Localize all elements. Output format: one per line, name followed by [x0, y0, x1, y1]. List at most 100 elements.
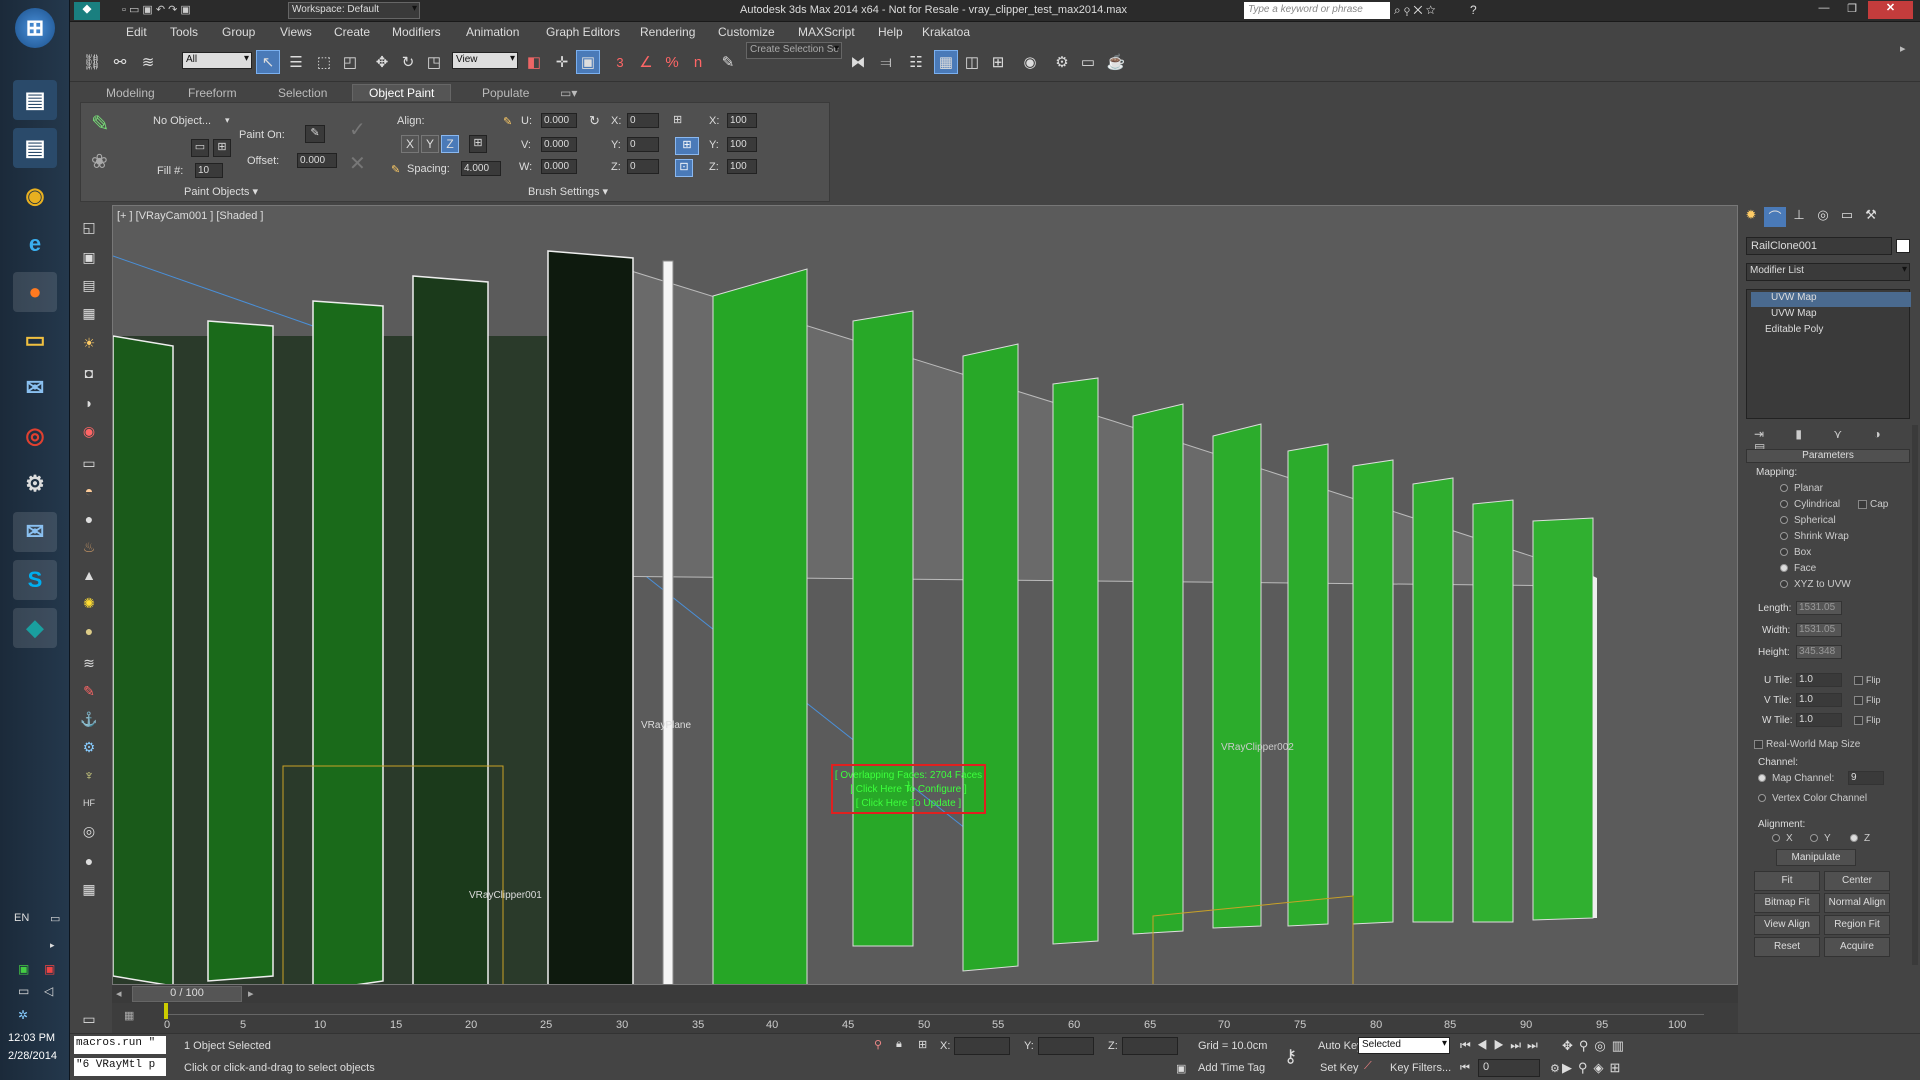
light-icon[interactable]: ☀	[78, 332, 100, 354]
snap-toggle-icon[interactable]: 3	[608, 50, 632, 74]
paint-object-select[interactable]: No Object...	[153, 115, 211, 127]
time-config-icon[interactable]: ⚙	[1550, 1062, 1560, 1075]
menu-animation[interactable]: Animation	[466, 25, 519, 39]
edit-named-selection-icon[interactable]: ✎	[716, 50, 740, 74]
center-button[interactable]: Center	[1824, 871, 1890, 891]
sphere-icon[interactable]: ●	[78, 508, 100, 530]
taskbar-app-icon[interactable]: ▤	[13, 80, 57, 120]
set-key-icon[interactable]: ⟋	[1364, 1060, 1372, 1073]
paint-objects-panel-title[interactable]: Paint Objects ▾	[81, 185, 361, 201]
maxscript-listener-line2[interactable]: "6 VRayMtl p	[74, 1058, 166, 1076]
chrome-icon[interactable]: ◎	[13, 416, 57, 456]
workspace-select[interactable]: Workspace: Default	[288, 2, 420, 19]
utilities-tab-icon[interactable]: ⚒	[1860, 207, 1882, 227]
key-mode-toggle-icon[interactable]: ⏮	[1460, 1062, 1470, 1075]
absolute-mode-icon[interactable]: ⊞	[918, 1038, 927, 1051]
uniform-scale-icon[interactable]: ⊞	[675, 137, 699, 155]
taskbar-app-icon[interactable]: ▤	[13, 128, 57, 168]
paint-brush-icon[interactable]: ✎	[91, 111, 119, 139]
sun-icon[interactable]: ✺	[78, 592, 100, 614]
menu-group[interactable]: Group	[222, 25, 255, 39]
rotate-x-input[interactable]: 0	[627, 113, 659, 128]
internet-explorer-icon[interactable]: e	[13, 224, 57, 264]
time-tag-icon[interactable]: ▣	[1176, 1062, 1186, 1075]
menu-krakatoa[interactable]: Krakatoa	[922, 25, 970, 39]
length-input[interactable]: 1531.05	[1796, 601, 1842, 615]
rotate-icon[interactable]: ↻	[396, 50, 420, 74]
align-z-button[interactable]: Z	[441, 135, 459, 153]
grid-icon[interactable]: ▦	[78, 878, 100, 900]
keyboard-icon[interactable]: ▭	[50, 912, 60, 925]
unlink-icon[interactable]: ⚯	[108, 50, 132, 74]
pivot-center-icon[interactable]: ◧	[522, 50, 546, 74]
current-frame-input[interactable]: 0	[1478, 1059, 1540, 1077]
window-crossing-icon[interactable]: ◰	[338, 50, 362, 74]
render-setup-icon[interactable]: ⚙	[1050, 50, 1074, 74]
key-icon[interactable]: ⚷	[1284, 1046, 1297, 1067]
viewport-tool-icon[interactable]: ▭	[78, 1008, 100, 1030]
viewport-nav-icons[interactable]: ▶⚲◈⊞	[1562, 1060, 1626, 1076]
align-options-icon[interactable]: ⊞	[469, 135, 487, 153]
cancel-icon[interactable]: ✕	[349, 151, 366, 176]
menu-help[interactable]: Help	[878, 25, 903, 39]
scale-y-input[interactable]: 100	[727, 137, 757, 152]
move-icon[interactable]: ✥	[370, 50, 394, 74]
menu-edit[interactable]: Edit	[126, 25, 147, 39]
record-icon[interactable]: ◉	[78, 420, 100, 442]
app-menu-button[interactable]: ◆	[74, 2, 100, 20]
x-coordinate-input[interactable]	[954, 1037, 1010, 1055]
object-color-swatch[interactable]	[1896, 239, 1910, 253]
align-x-button[interactable]: X	[401, 135, 419, 153]
plane-icon[interactable]: ▭	[78, 452, 100, 474]
reset-button[interactable]: Reset	[1754, 937, 1820, 957]
fur-icon[interactable]: ≋	[78, 652, 100, 674]
vlc-icon[interactable]: ◉	[13, 176, 57, 216]
map-channel-input[interactable]: 9	[1848, 771, 1884, 785]
view-align-button[interactable]: View Align	[1754, 915, 1820, 935]
spacing-icon[interactable]: ✎	[391, 163, 400, 176]
utile-input[interactable]: 1.0	[1796, 673, 1842, 687]
height-input[interactable]: 345.348	[1796, 645, 1842, 659]
tray-icon[interactable]: ▣	[18, 962, 29, 976]
align-y-button[interactable]: Y	[421, 135, 439, 153]
render-production-icon[interactable]: ☕	[1104, 50, 1128, 74]
key-mode-select[interactable]: Selected	[1358, 1037, 1450, 1054]
toolbar-overflow-icon[interactable]: ▸	[1900, 42, 1912, 82]
sphere-icon[interactable]: ●	[78, 850, 100, 872]
menu-graph-editors[interactable]: Graph Editors	[546, 25, 620, 39]
viewport[interactable]: [+ ] [VRayCam001 ] [Shaded ] VRayPlane V…	[112, 205, 1738, 985]
rendered-frame-window-icon[interactable]: ▭	[1076, 50, 1100, 74]
camera-icon[interactable]: ◘	[78, 362, 100, 384]
layer-manager-icon[interactable]: ☷	[904, 50, 928, 74]
w-input[interactable]: 0.000	[541, 159, 577, 174]
keyboard-shortcut-override-icon[interactable]: ▣	[576, 50, 600, 74]
spacing-input[interactable]: 4.000	[461, 161, 501, 176]
motion-tab-icon[interactable]: ◎	[1812, 207, 1834, 227]
percent-snap-icon[interactable]: %	[660, 50, 684, 74]
rect-selection-icon[interactable]: ⬚	[312, 50, 336, 74]
tab-selection[interactable]: Selection	[278, 86, 327, 100]
time-slider-next[interactable]: ▸	[248, 987, 254, 1000]
cmdpanel-scrollbar[interactable]	[1912, 425, 1918, 965]
fill-input[interactable]: 10	[195, 163, 223, 178]
viewport-tool-icon[interactable]: ▦	[78, 302, 100, 324]
chevron-right-icon[interactable]: ▸	[50, 940, 55, 951]
tab-freeform[interactable]: Freeform	[188, 86, 237, 100]
scale-x-input[interactable]: 100	[727, 113, 757, 128]
fit-button[interactable]: Fit	[1754, 871, 1820, 891]
z-coordinate-input[interactable]	[1122, 1037, 1178, 1055]
offset-input[interactable]: 0.000	[297, 153, 337, 168]
stack-item-editable-poly[interactable]: Editable Poly	[1751, 324, 1911, 339]
infocenter-icons[interactable]: ⌕ ⚲ ✕ ☆	[1394, 3, 1436, 18]
chevron-down-icon[interactable]: ▾	[225, 115, 230, 126]
viewport-nav-icons[interactable]: ✥⚲◎▥	[1562, 1038, 1630, 1054]
dome-icon[interactable]: ◓	[78, 480, 100, 502]
ribbon-options-icon[interactable]: ▭▾	[560, 86, 577, 100]
align-y-radio[interactable]: Y	[1810, 833, 1831, 844]
paint-on-select[interactable]: ✎	[305, 125, 325, 143]
tab-populate[interactable]: Populate	[482, 86, 529, 100]
trackbar[interactable]: ▦ 0 5 10 15 20 25 30 35 40 45 50 55 60 6…	[112, 1003, 1738, 1033]
link-icon[interactable]: ⛓	[80, 50, 104, 74]
wtile-input[interactable]: 1.0	[1796, 713, 1842, 727]
update-link[interactable]: [ Click Here To Update ]	[833, 798, 984, 809]
